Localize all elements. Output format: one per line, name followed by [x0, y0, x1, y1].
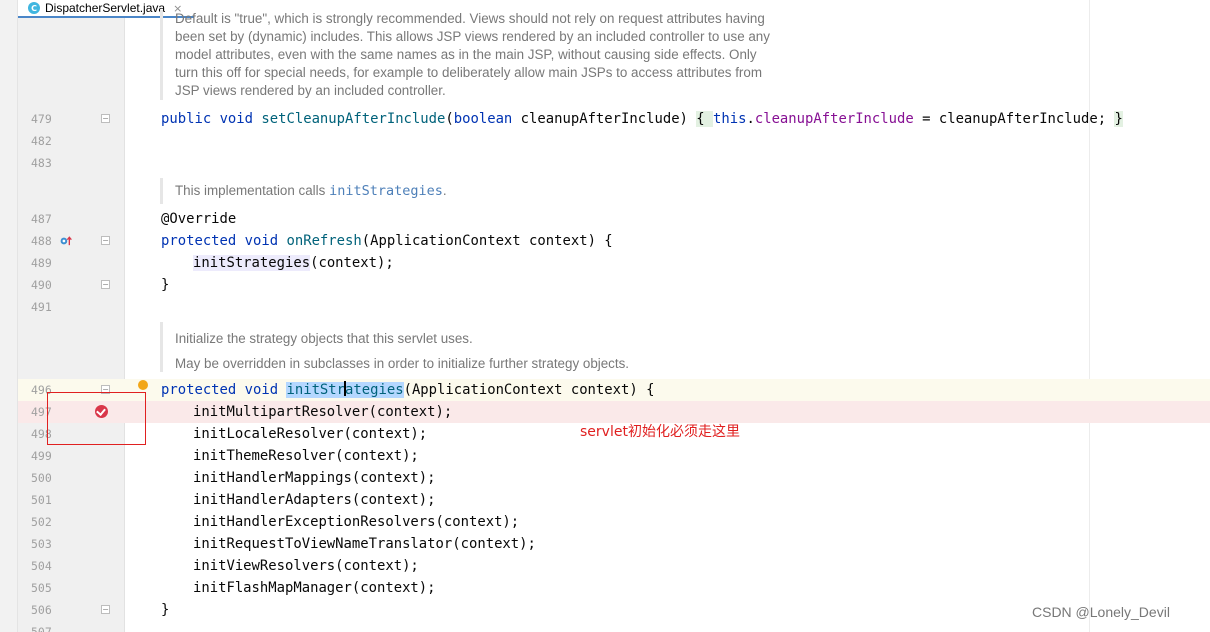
- keyword: boolean: [453, 111, 513, 127]
- fold-icon[interactable]: −: [101, 114, 110, 123]
- line-number: 507: [31, 625, 52, 632]
- code-text: }: [161, 277, 170, 293]
- code-line[interactable]: 487 @Override: [18, 208, 1210, 230]
- code-token: = cleanupAfterInclude;: [913, 111, 1115, 127]
- method-name: onRefresh: [286, 233, 362, 249]
- javadoc-line: Default is "true", which is strongly rec…: [175, 11, 765, 26]
- code-line[interactable]: 500 initHandlerMappings(context);: [18, 467, 1210, 489]
- code-token: (: [445, 111, 454, 127]
- line-number: 489: [31, 256, 52, 270]
- code-text: initHandlerExceptionResolvers(context);: [193, 514, 520, 530]
- code-token: initStr: [286, 382, 346, 398]
- line-number: 482: [31, 134, 52, 148]
- line-number: 499: [31, 449, 52, 463]
- line-number: 490: [31, 278, 52, 292]
- line-number: 501: [31, 493, 52, 507]
- method-name: setCleanupAfterInclude: [261, 111, 446, 127]
- line-number: 500: [31, 471, 52, 485]
- keyword: protected: [161, 233, 237, 249]
- code-line-breakpoint[interactable]: 497 initMultipartResolver(context);: [18, 401, 1210, 423]
- javadoc-block: Initialize the strategy objects that thi…: [160, 322, 629, 372]
- javadoc-block: This implementation calls initStrategies…: [160, 178, 447, 204]
- code-text: initHandlerMappings(context);: [193, 470, 436, 486]
- javadoc-line: been set by (dynamic) includes. This all…: [175, 29, 770, 44]
- code-line[interactable]: 504 initViewResolvers(context);: [18, 555, 1210, 577]
- keyword: void: [244, 382, 279, 398]
- line-number: 491: [31, 300, 52, 314]
- keyword: this: [713, 111, 747, 127]
- code-text: initViewResolvers(context);: [193, 558, 419, 574]
- brace-highlight: }: [1114, 111, 1123, 127]
- code-line[interactable]: 499 initThemeResolver(context);: [18, 445, 1210, 467]
- code-line[interactable]: 482: [18, 130, 1210, 152]
- tab-filename: DispatcherServlet.java: [45, 1, 166, 15]
- line-number: 502: [31, 515, 52, 529]
- javadoc-text: This implementation calls: [175, 183, 330, 198]
- field-name: cleanupAfterInclude: [754, 111, 914, 127]
- keyword: void: [244, 233, 279, 249]
- code-text: initRequestToViewNameTranslator(context)…: [193, 536, 536, 552]
- keyword: void: [219, 111, 254, 127]
- code-text: initStrategies(context);: [193, 254, 394, 272]
- java-class-icon: C: [28, 2, 40, 14]
- code-token: ategies: [345, 382, 404, 398]
- left-tool-strip: [0, 0, 18, 632]
- javadoc-text: .: [442, 183, 447, 198]
- javadoc-line: JSP views rendered by an included contro…: [175, 83, 446, 98]
- line-number: 479: [31, 112, 52, 126]
- code-token: (context);: [310, 255, 394, 271]
- code-line-current[interactable]: 496 protected void initStrategies(Applic…: [18, 379, 1210, 401]
- fold-icon[interactable]: −: [101, 280, 110, 289]
- code-text: initThemeResolver(context);: [193, 448, 419, 464]
- line-number: 506: [31, 603, 52, 617]
- code-line[interactable]: 483: [18, 152, 1210, 174]
- code-line[interactable]: 505 initFlashMapManager(context);: [18, 577, 1210, 599]
- code-text: public void setCleanupAfterInclude(boole…: [161, 110, 1123, 128]
- callout-text: servlet初始化必须走这里: [580, 424, 740, 440]
- annotation-token: @Override: [161, 211, 237, 227]
- overrides-method-icon[interactable]: [59, 236, 73, 246]
- highlight-box: [47, 392, 146, 445]
- javadoc-line: May be overridden in subclasses in order…: [175, 356, 630, 371]
- code-line[interactable]: 488 protected void onRefresh(Application…: [18, 230, 1210, 252]
- code-text: initMultipartResolver(context);: [193, 404, 453, 420]
- line-number: 483: [31, 156, 52, 170]
- javadoc-link[interactable]: initStrategies: [329, 183, 443, 199]
- line-number: 505: [31, 581, 52, 595]
- keyword: protected: [161, 382, 237, 398]
- code-token: .: [746, 111, 755, 127]
- code-text: initLocaleResolver(context);: [193, 426, 428, 442]
- intention-bulb-icon[interactable]: [138, 380, 148, 390]
- line-number: 504: [31, 559, 52, 573]
- javadoc-line: turn this off for special needs, for exa…: [175, 65, 762, 80]
- keyword: public: [161, 111, 212, 127]
- code-text: protected void initStrategies(Applicatio…: [161, 381, 654, 399]
- line-number: 503: [31, 537, 52, 551]
- javadoc-line: model attributes, even with the same nam…: [175, 47, 757, 62]
- code-line[interactable]: 507: [18, 621, 1210, 632]
- code-text: initHandlerAdapters(context);: [193, 492, 436, 508]
- fold-icon[interactable]: −: [101, 236, 110, 245]
- code-text: }: [161, 602, 170, 618]
- watermark-text: CSDN @Lonely_Devil: [1032, 604, 1170, 620]
- method-call-highlight: initStrategies: [193, 255, 311, 271]
- code-line[interactable]: 489 initStrategies(context);: [18, 252, 1210, 274]
- code-text: protected void onRefresh(ApplicationCont…: [161, 232, 613, 250]
- brace-highlight: {: [696, 111, 714, 127]
- code-line[interactable]: 491: [18, 296, 1210, 318]
- code-line[interactable]: 502 initHandlerExceptionResolvers(contex…: [18, 511, 1210, 533]
- code-text: initFlashMapManager(context);: [193, 580, 436, 596]
- javadoc-line: Initialize the strategy objects that thi…: [175, 331, 473, 346]
- fold-icon[interactable]: −: [101, 605, 110, 614]
- code-line[interactable]: 501 initHandlerAdapters(context);: [18, 489, 1210, 511]
- code-token: (ApplicationContext context) {: [361, 233, 613, 249]
- code-line[interactable]: 490 }: [18, 274, 1210, 296]
- code-line[interactable]: 479 public void setCleanupAfterInclude(b…: [18, 108, 1210, 130]
- line-number: 487: [31, 212, 52, 226]
- code-line[interactable]: 503 initRequestToViewNameTranslator(cont…: [18, 533, 1210, 555]
- code-token: cleanupAfterInclude): [512, 111, 697, 127]
- javadoc-block: Default is "true", which is strongly rec…: [160, 10, 770, 100]
- code-token: (ApplicationContext context) {: [403, 382, 655, 398]
- method-name-selected: initStrategies: [286, 381, 404, 398]
